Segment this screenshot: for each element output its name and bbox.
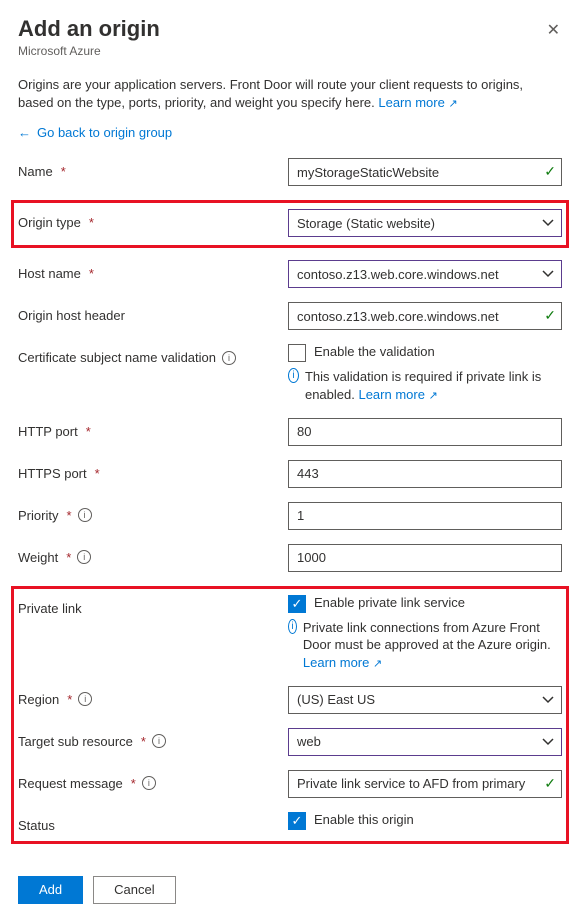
- close-button[interactable]: ✕: [545, 16, 562, 44]
- weight-label: Weight: [18, 550, 58, 565]
- required-icon: *: [86, 424, 91, 439]
- highlight-origin-type: Origin type * Storage (Static website): [11, 200, 569, 248]
- required-icon: *: [131, 776, 136, 791]
- origin-type-select[interactable]: Storage (Static website): [288, 209, 562, 237]
- origin-host-header-input[interactable]: [288, 302, 562, 330]
- https-port-input[interactable]: [288, 460, 562, 488]
- external-link-icon: ↗: [448, 98, 457, 110]
- required-icon: *: [66, 508, 71, 523]
- status-checkbox[interactable]: [288, 812, 306, 830]
- info-icon[interactable]: i: [78, 508, 92, 522]
- required-icon: *: [67, 692, 72, 707]
- required-icon: *: [61, 164, 66, 179]
- private-link-label: Private link: [18, 601, 82, 616]
- https-port-label: HTTPS port: [18, 466, 87, 481]
- cert-validation-helper: This validation is required if private l…: [305, 368, 562, 403]
- private-link-helper: Private link connections from Azure Fron…: [303, 619, 562, 672]
- required-icon: *: [89, 215, 94, 230]
- required-icon: *: [141, 734, 146, 749]
- request-message-label: Request message: [18, 776, 123, 791]
- priority-label: Priority: [18, 508, 58, 523]
- highlight-private-link: Private link Enable private link service…: [11, 586, 569, 844]
- info-icon[interactable]: i: [152, 734, 166, 748]
- info-icon[interactable]: i: [142, 776, 156, 790]
- add-button[interactable]: Add: [18, 876, 83, 904]
- http-port-input[interactable]: [288, 418, 562, 446]
- region-label: Region: [18, 692, 59, 707]
- origin-type-label: Origin type: [18, 215, 81, 230]
- region-select[interactable]: (US) East US: [288, 686, 562, 714]
- origin-host-header-label: Origin host header: [18, 308, 125, 323]
- private-link-checkbox-label: Enable private link service: [314, 595, 465, 610]
- intro-learn-more-link[interactable]: Learn more ↗: [378, 95, 457, 110]
- target-sub-resource-select[interactable]: web: [288, 728, 562, 756]
- status-checkbox-label: Enable this origin: [314, 812, 414, 827]
- page-title: Add an origin: [18, 16, 160, 42]
- private-link-learn-more-link[interactable]: Learn more ↗: [303, 655, 382, 670]
- cert-validation-checkbox-label: Enable the validation: [314, 344, 435, 359]
- info-icon[interactable]: i: [222, 351, 236, 365]
- info-icon[interactable]: i: [78, 692, 92, 706]
- cert-validation-checkbox[interactable]: [288, 344, 306, 362]
- info-icon: i: [288, 619, 297, 634]
- private-link-checkbox[interactable]: [288, 595, 306, 613]
- host-name-select[interactable]: contoso.z13.web.core.windows.net: [288, 260, 562, 288]
- page-subtitle: Microsoft Azure: [18, 44, 160, 58]
- required-icon: *: [66, 550, 71, 565]
- external-link-icon: ↗: [373, 658, 382, 670]
- external-link-icon: ↗: [429, 390, 438, 402]
- status-label: Status: [18, 818, 55, 833]
- info-icon: i: [288, 368, 299, 383]
- http-port-label: HTTP port: [18, 424, 78, 439]
- name-label: Name: [18, 164, 53, 179]
- host-name-label: Host name: [18, 266, 81, 281]
- cert-validation-learn-more-link[interactable]: Learn more ↗: [358, 387, 437, 402]
- required-icon: *: [89, 266, 94, 281]
- back-arrow-icon: ←: [18, 125, 31, 140]
- name-input[interactable]: [288, 158, 562, 186]
- request-message-input[interactable]: [288, 770, 562, 798]
- required-icon: *: [95, 466, 100, 481]
- back-link[interactable]: Go back to origin group: [37, 125, 172, 140]
- cert-validation-label: Certificate subject name validation: [18, 350, 216, 365]
- intro-text: Origins are your application servers. Fr…: [18, 76, 562, 111]
- weight-input[interactable]: [288, 544, 562, 572]
- cancel-button[interactable]: Cancel: [93, 876, 175, 904]
- target-sub-resource-label: Target sub resource: [18, 734, 133, 749]
- priority-input[interactable]: [288, 502, 562, 530]
- info-icon[interactable]: i: [77, 550, 91, 564]
